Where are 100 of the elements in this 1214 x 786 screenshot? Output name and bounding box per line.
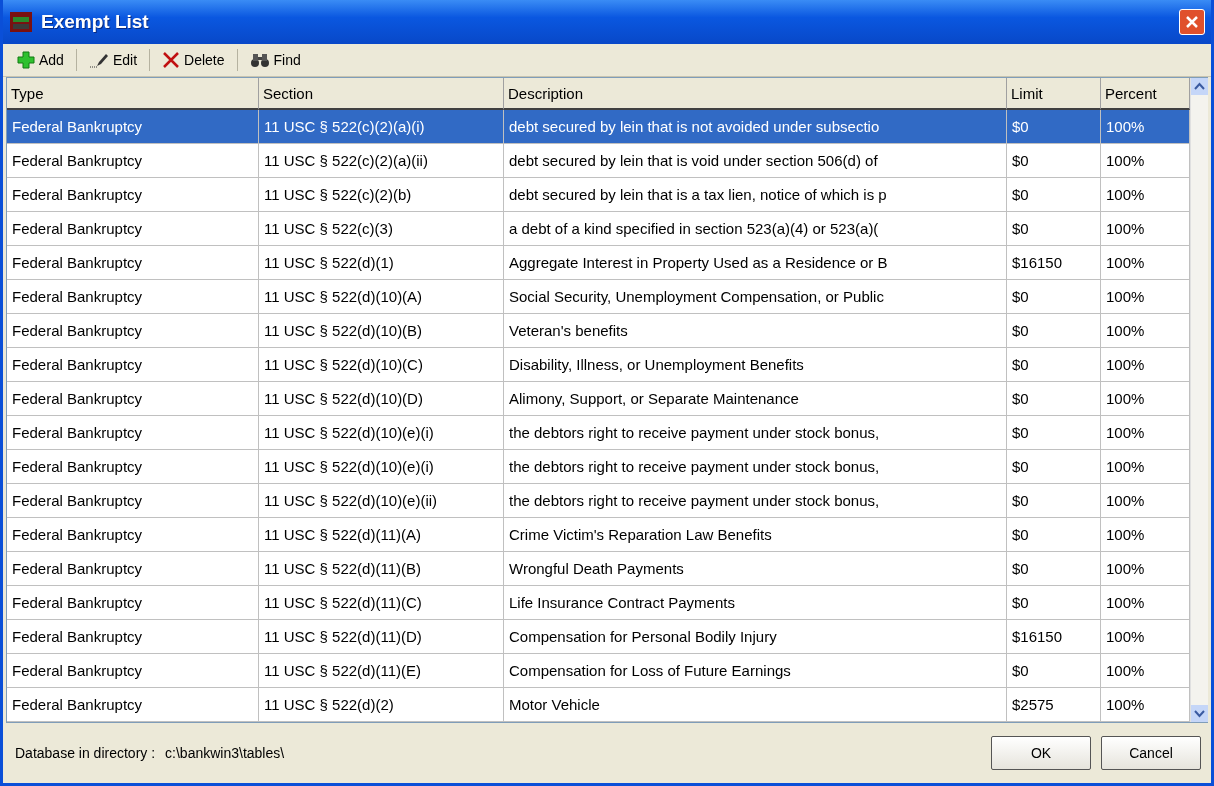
table-cell: 100% [1101,280,1190,314]
table-cell: 11 USC § 522(c)(2)(a)(ii) [259,144,504,178]
table-cell: 11 USC § 522(c)(2)(a)(i) [259,110,504,144]
ok-button[interactable]: OK [991,736,1091,770]
table-cell: 100% [1101,416,1190,450]
table-cell: 100% [1101,348,1190,382]
table-cell: 11 USC § 522(d)(11)(D) [259,620,504,654]
binoculars-icon [249,52,270,68]
table-cell: Veteran's benefits [504,314,1007,348]
directory-path: c:\bankwin3\tables\ [165,745,285,761]
plus-icon [17,51,35,69]
table-cell: Federal Bankruptcy [7,178,259,212]
table-cell: Federal Bankruptcy [7,382,259,416]
delete-button[interactable]: Delete [154,46,233,74]
pencil-icon [88,52,109,68]
table-cell: the debtors right to receive payment under stock bonus, [504,450,1007,484]
table-cell: Disability, Illness, or Unemployment Benefits [504,348,1007,382]
find-button[interactable]: Find [241,46,309,74]
table-cell: Wrongful Death Payments [504,552,1007,586]
column-header[interactable]: Type [7,78,259,110]
app-icon [9,11,33,33]
table-cell: Federal Bankruptcy [7,144,259,178]
table-cell: Federal Bankruptcy [7,280,259,314]
table-cell: 100% [1101,178,1190,212]
table-cell: debt secured by lein that is not avoided under subsectio [504,110,1007,144]
table-cell: $0 [1007,586,1101,620]
table-cell: Aggregate Interest in Property Used as a Residence or B [504,246,1007,280]
table-cell: Federal Bankruptcy [7,450,259,484]
table-cell: a debt of a kind specified in section 523(a)(4) or 523(a)( [504,212,1007,246]
table-cell: 100% [1101,246,1190,280]
table-cell: Crime Victim's Reparation Law Benefits [504,518,1007,552]
table-cell: 11 USC § 522(d)(11)(E) [259,654,504,688]
table-cell: Federal Bankruptcy [7,110,259,144]
table-cell: 11 USC § 522(d)(10)(B) [259,314,504,348]
edit-button[interactable]: Edit [80,46,146,74]
table-cell: 100% [1101,110,1190,144]
table-cell: Federal Bankruptcy [7,654,259,688]
close-button[interactable] [1179,9,1205,35]
table-cell: 100% [1101,518,1190,552]
table-cell: 11 USC § 522(d)(10)(e)(i) [259,450,504,484]
table-cell: 11 USC § 522(d)(11)(C) [259,586,504,620]
table-cell: $0 [1007,416,1101,450]
table-cell: Federal Bankruptcy [7,212,259,246]
table-cell: 100% [1101,620,1190,654]
table-cell: Alimony, Support, or Separate Maintenance [504,382,1007,416]
table-cell: Social Security, Unemployment Compensation, or Public [504,280,1007,314]
table-cell: 100% [1101,382,1190,416]
table-cell: 100% [1101,552,1190,586]
table-cell: 11 USC § 522(c)(3) [259,212,504,246]
table-cell: Motor Vehicle [504,688,1007,722]
scrollbar[interactable] [1190,78,1208,722]
table-cell: $0 [1007,382,1101,416]
table-cell: Compensation for Personal Bodily Injury [504,620,1007,654]
scroll-down-icon [1191,705,1208,722]
table-cell: Compensation for Loss of Future Earnings [504,654,1007,688]
table-cell: $0 [1007,110,1101,144]
table-cell: Federal Bankruptcy [7,348,259,382]
table-cell: 100% [1101,314,1190,348]
column-header[interactable]: Description [504,78,1007,110]
table-cell: 100% [1101,586,1190,620]
table-cell: $0 [1007,348,1101,382]
table-cell: $0 [1007,314,1101,348]
table-cell: $2575 [1007,688,1101,722]
table-cell: 11 USC § 522(d)(1) [259,246,504,280]
column-header[interactable]: Percent [1101,78,1190,110]
table-cell: $16150 [1007,246,1101,280]
table-cell: debt secured by lein that is void under section 506(d) of [504,144,1007,178]
table-cell: debt secured by lein that is a tax lien, notice of which is p [504,178,1007,212]
table-cell: $0 [1007,178,1101,212]
column-header[interactable]: Section [259,78,504,110]
cancel-button[interactable]: Cancel [1101,736,1201,770]
x-icon [162,51,181,69]
table-cell: $0 [1007,144,1101,178]
table-cell: $0 [1007,552,1101,586]
window-title: Exempt List [41,11,150,33]
table-cell: $0 [1007,280,1101,314]
table-cell: Federal Bankruptcy [7,688,259,722]
table-cell: 11 USC § 522(d)(2) [259,688,504,722]
table-cell: Federal Bankruptcy [7,416,259,450]
table-cell: 11 USC § 522(d)(10)(e)(i) [259,416,504,450]
table-cell: 100% [1101,654,1190,688]
table-cell: Federal Bankruptcy [7,518,259,552]
add-button[interactable]: Add [9,46,72,74]
table-cell: 100% [1101,450,1190,484]
scroll-up-icon [1191,78,1208,95]
table-cell: Federal Bankruptcy [7,484,259,518]
table-cell: 100% [1101,212,1190,246]
table-cell: Federal Bankruptcy [7,314,259,348]
table-cell: $0 [1007,212,1101,246]
table-cell: 11 USC § 522(d)(11)(B) [259,552,504,586]
table-cell: $0 [1007,450,1101,484]
table-cell: Federal Bankruptcy [7,552,259,586]
table-cell: the debtors right to receive payment under stock bonus, [504,484,1007,518]
table-cell: Federal Bankruptcy [7,246,259,280]
table-cell: 100% [1101,144,1190,178]
table-cell: 11 USC § 522(d)(10)(A) [259,280,504,314]
table-cell: 11 USC § 522(d)(10)(C) [259,348,504,382]
table-cell: $0 [1007,484,1101,518]
status-label: Database in directory : [15,745,156,761]
column-header[interactable]: Limit [1007,78,1101,110]
